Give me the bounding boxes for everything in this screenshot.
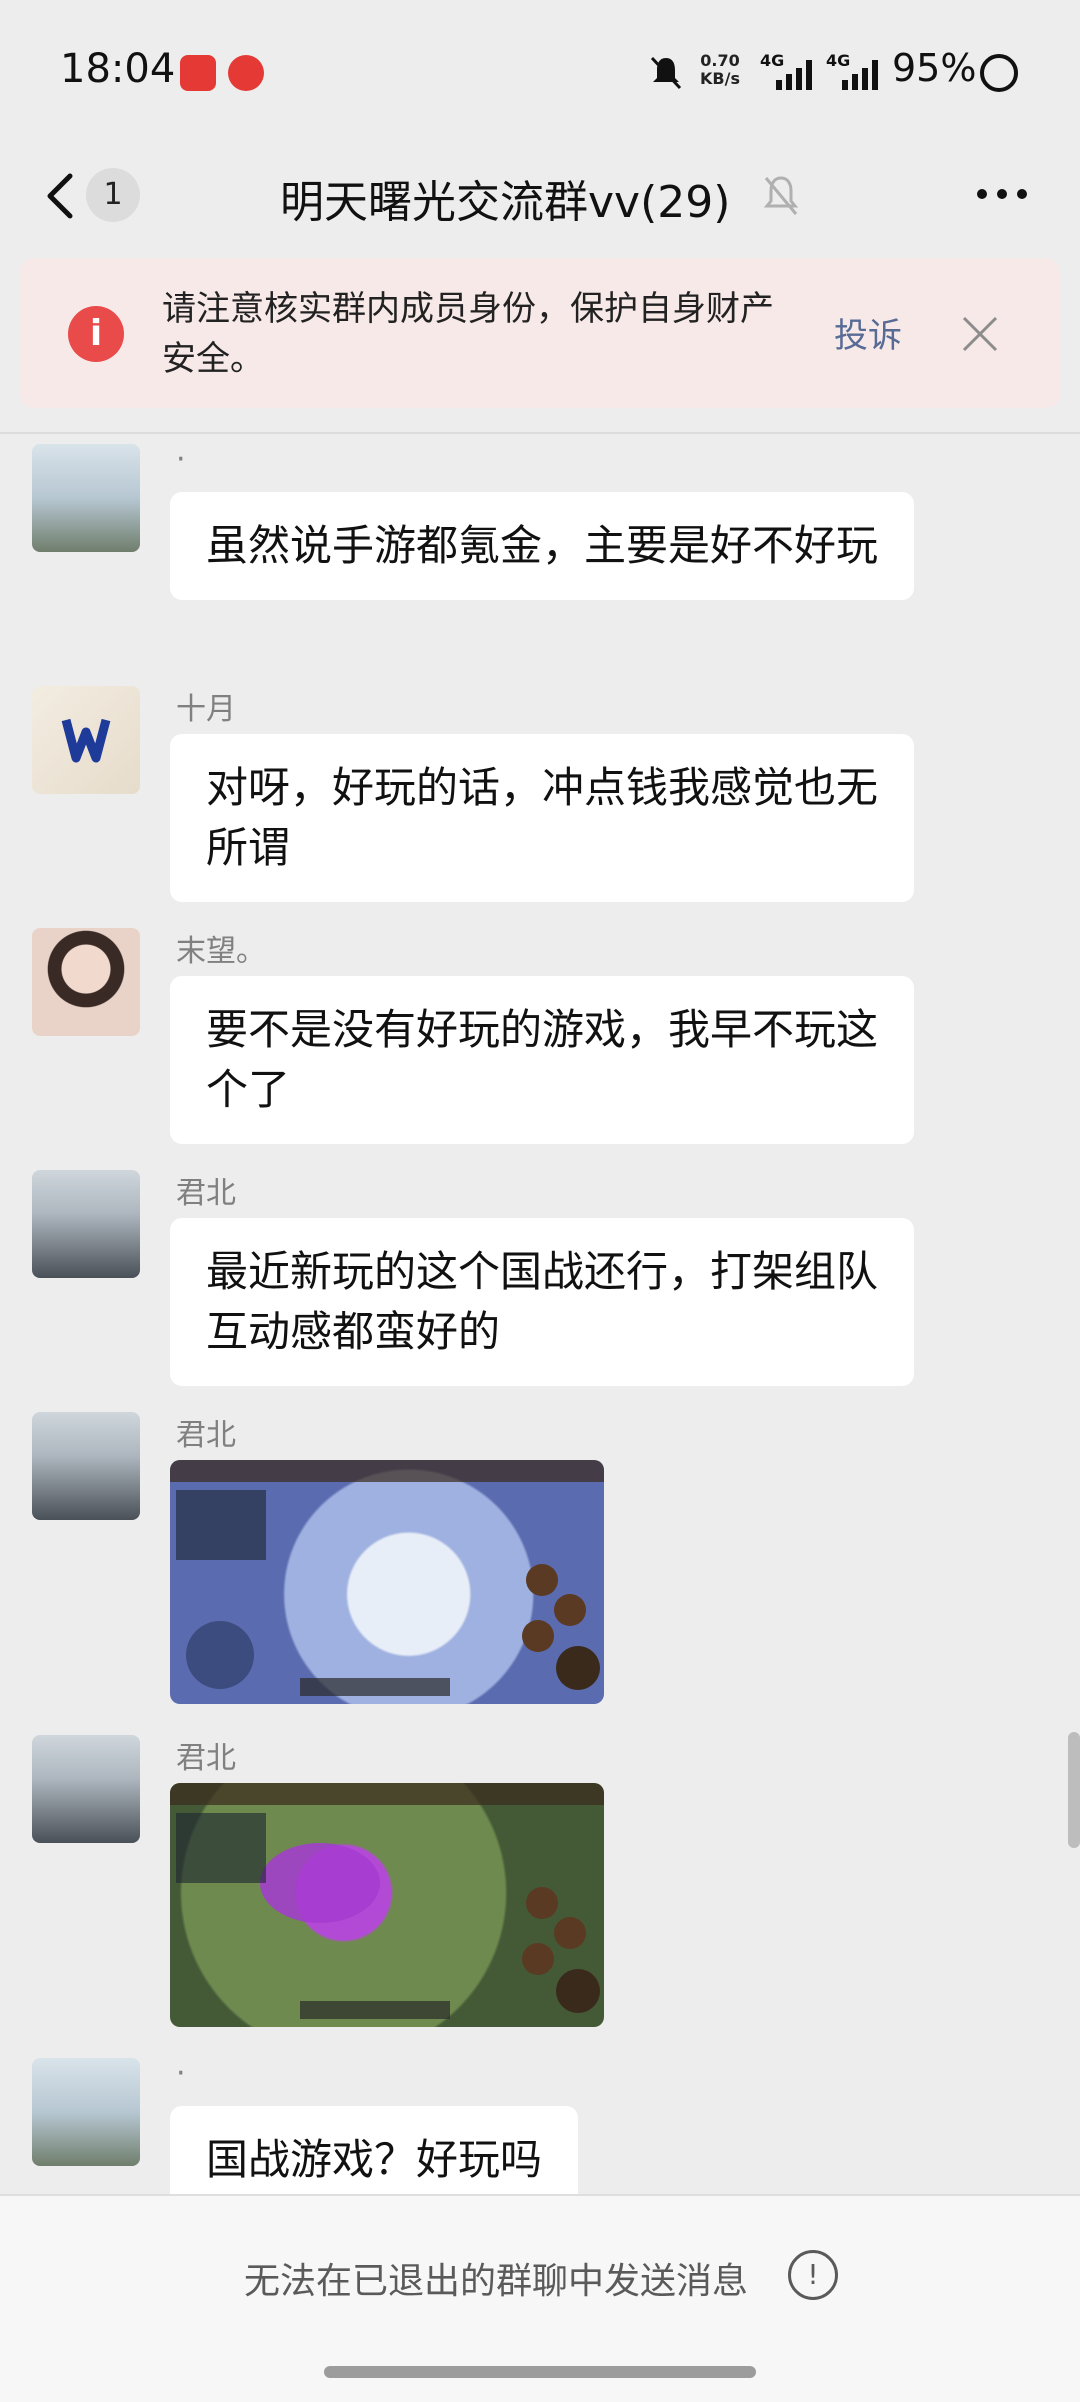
w-logo-icon bbox=[61, 718, 111, 763]
home-indicator[interactable] bbox=[324, 2366, 756, 2378]
game-screenshot-image[interactable] bbox=[170, 1460, 604, 1704]
avatar[interactable] bbox=[32, 1735, 140, 1843]
sender-name: 君北 bbox=[176, 1418, 236, 1453]
avatar[interactable] bbox=[32, 2058, 140, 2166]
alert-icon: i bbox=[68, 306, 124, 362]
chat-header: 1 明天曙光交流群vv(29) bbox=[0, 140, 1080, 250]
battery-percent: 95% bbox=[892, 46, 977, 90]
avatar[interactable] bbox=[32, 1412, 140, 1520]
network-speed-unit: KB/s bbox=[700, 69, 740, 88]
game-screenshot-image[interactable] bbox=[170, 1783, 604, 2027]
complain-link[interactable]: 投诉 bbox=[834, 308, 902, 357]
sender-name: 十月 bbox=[176, 692, 236, 727]
avatar[interactable] bbox=[32, 1170, 140, 1278]
signal-icon: 4G bbox=[826, 51, 878, 90]
app-notification-icon bbox=[228, 55, 264, 91]
chat-title: 明天曙光交流群vv(29) bbox=[280, 177, 731, 228]
avatar[interactable] bbox=[32, 444, 140, 552]
close-icon[interactable] bbox=[960, 314, 1000, 354]
game-scene bbox=[170, 1783, 604, 2019]
game-scene bbox=[170, 1460, 604, 1696]
unread-count-badge[interactable]: 1 bbox=[86, 168, 140, 222]
sender-name: · bbox=[176, 2056, 186, 2091]
more-options-icon[interactable] bbox=[976, 186, 1028, 202]
status-time: 18:04 bbox=[60, 46, 176, 92]
info-icon[interactable]: ! bbox=[788, 2250, 838, 2300]
sender-name: 末望。 bbox=[176, 934, 266, 969]
back-arrow-icon[interactable] bbox=[40, 170, 80, 222]
sender-name: · bbox=[176, 442, 186, 477]
battery-icon bbox=[980, 54, 1018, 92]
network-speed: 0.70 KB/s bbox=[700, 52, 740, 88]
avatar[interactable] bbox=[32, 928, 140, 1036]
signal-icon: 4G bbox=[760, 51, 812, 90]
mute-icon bbox=[650, 56, 682, 90]
divider bbox=[0, 432, 1080, 434]
message-bubble[interactable]: 虽然说手游都氪金，主要是好不好玩 bbox=[170, 492, 914, 600]
scrollbar-thumb[interactable] bbox=[1068, 1732, 1080, 1848]
cannot-send-notice: 无法在已退出的群聊中发送消息 bbox=[244, 2261, 749, 2302]
status-bar: 18:04 0.70 KB/s 4G 4G 95% bbox=[0, 0, 1080, 140]
message-bubble[interactable]: 最近新玩的这个国战还行，打架组队互动感都蛮好的 bbox=[170, 1218, 914, 1386]
safety-warning-text: 请注意核实群内成员身份，保护自身财产安全。 bbox=[162, 289, 774, 379]
safety-warning-banner: i 请注意核实群内成员身份，保护自身财产安全。 投诉 bbox=[20, 258, 1060, 408]
avatar[interactable] bbox=[32, 686, 140, 794]
network-speed-value: 0.70 bbox=[700, 51, 740, 70]
signal-label: 4G bbox=[826, 51, 850, 70]
sender-name: 君北 bbox=[176, 1176, 236, 1211]
message-bubble[interactable]: 要不是没有好玩的游戏，我早不玩这个了 bbox=[170, 976, 914, 1144]
message-bubble[interactable]: 对呀，好玩的话，冲点钱我感觉也无所谓 bbox=[170, 734, 914, 902]
app-notification-icon bbox=[180, 55, 216, 91]
signal-label: 4G bbox=[760, 51, 784, 70]
muted-bell-icon bbox=[763, 176, 799, 215]
sender-name: 君北 bbox=[176, 1741, 236, 1776]
